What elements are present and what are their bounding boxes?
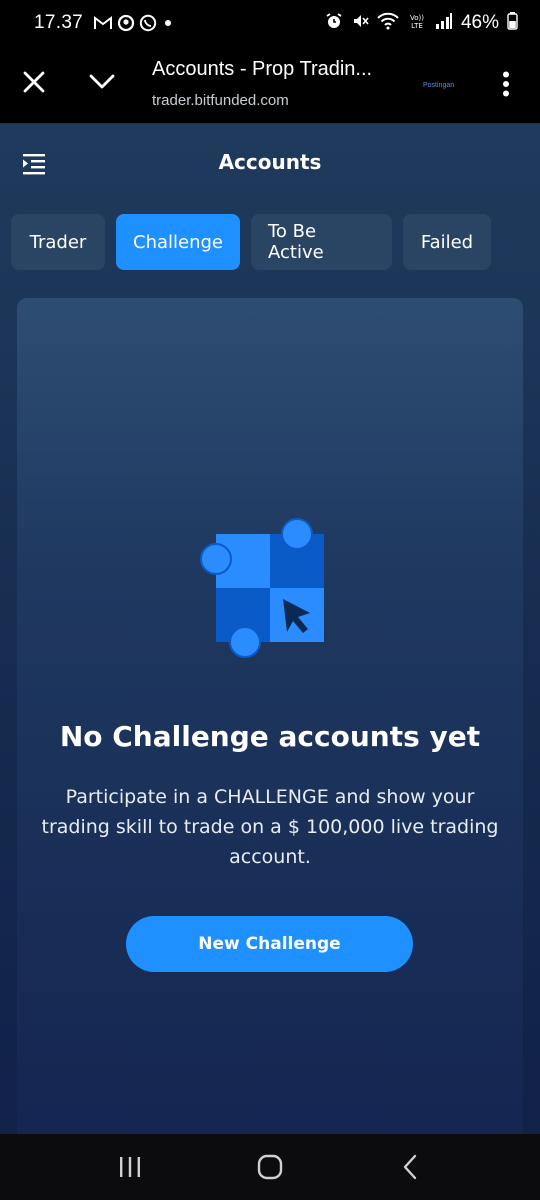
page-title: Accounts <box>218 150 322 174</box>
browser-menu-button[interactable] <box>494 66 518 102</box>
empty-state-description: Participate in a CHALLENGE and show your… <box>41 786 499 868</box>
browser-page-title: Accounts - Prop Tradin... <box>152 58 373 80</box>
page-content: Accounts Trader Challenge To Be Active F… <box>0 124 540 1134</box>
back-button[interactable] <box>380 1142 440 1192</box>
empty-state-card: No Challenge accounts yet Participate in… <box>17 298 523 1134</box>
home-icon <box>257 1154 283 1180</box>
page-header: Accounts <box>0 124 540 204</box>
battery-icon <box>507 11 518 35</box>
notification-icons <box>93 14 175 32</box>
gmail-icon <box>93 15 113 31</box>
svg-text:Vo)): Vo)) <box>410 14 424 22</box>
minimize-button[interactable] <box>86 66 118 98</box>
location-icon <box>117 14 135 32</box>
browser-url[interactable]: trader.bitfunded.com <box>152 92 289 109</box>
whatsapp-icon <box>139 14 157 32</box>
chevron-down-icon <box>89 74 115 89</box>
mute-icon <box>351 12 369 35</box>
svg-text:LTE: LTE <box>411 22 423 30</box>
tab-challenge[interactable]: Challenge <box>116 214 240 270</box>
alarm-icon <box>325 12 343 35</box>
tab-trader[interactable]: Trader <box>11 214 105 270</box>
signal-icon <box>435 12 453 35</box>
recent-apps-button[interactable] <box>100 1142 160 1192</box>
browser-header: Accounts - Prop Tradin... trader.bitfund… <box>0 46 540 124</box>
close-icon <box>23 71 45 93</box>
tab-failed[interactable]: Failed <box>403 214 491 270</box>
wifi-icon <box>377 12 399 35</box>
status-bar: 17.37 Vo)) LTE 46% <box>0 0 540 46</box>
empty-state-title: No Challenge accounts yet <box>59 720 481 753</box>
battery-level: 46% <box>460 12 499 33</box>
recent-apps-icon <box>120 1157 140 1177</box>
volte-icon: Vo)) LTE <box>407 12 427 35</box>
status-time: 17.37 <box>34 12 84 33</box>
new-challenge-button[interactable]: New Challenge <box>126 916 413 972</box>
empty-challenge-illustration-icon <box>199 518 329 658</box>
back-icon <box>403 1154 417 1180</box>
tab-to-be-active[interactable]: To Be Active <box>251 214 392 270</box>
system-nav-bar <box>0 1134 540 1200</box>
dot-icon <box>161 16 175 30</box>
close-button[interactable] <box>18 66 50 98</box>
system-status: Vo)) LTE 46% <box>325 11 518 35</box>
home-button[interactable] <box>240 1142 300 1192</box>
more-vertical-icon <box>503 71 509 97</box>
account-tabs: Trader Challenge To Be Active Failed <box>11 214 491 270</box>
postingan-label: Postingan <box>423 82 455 89</box>
